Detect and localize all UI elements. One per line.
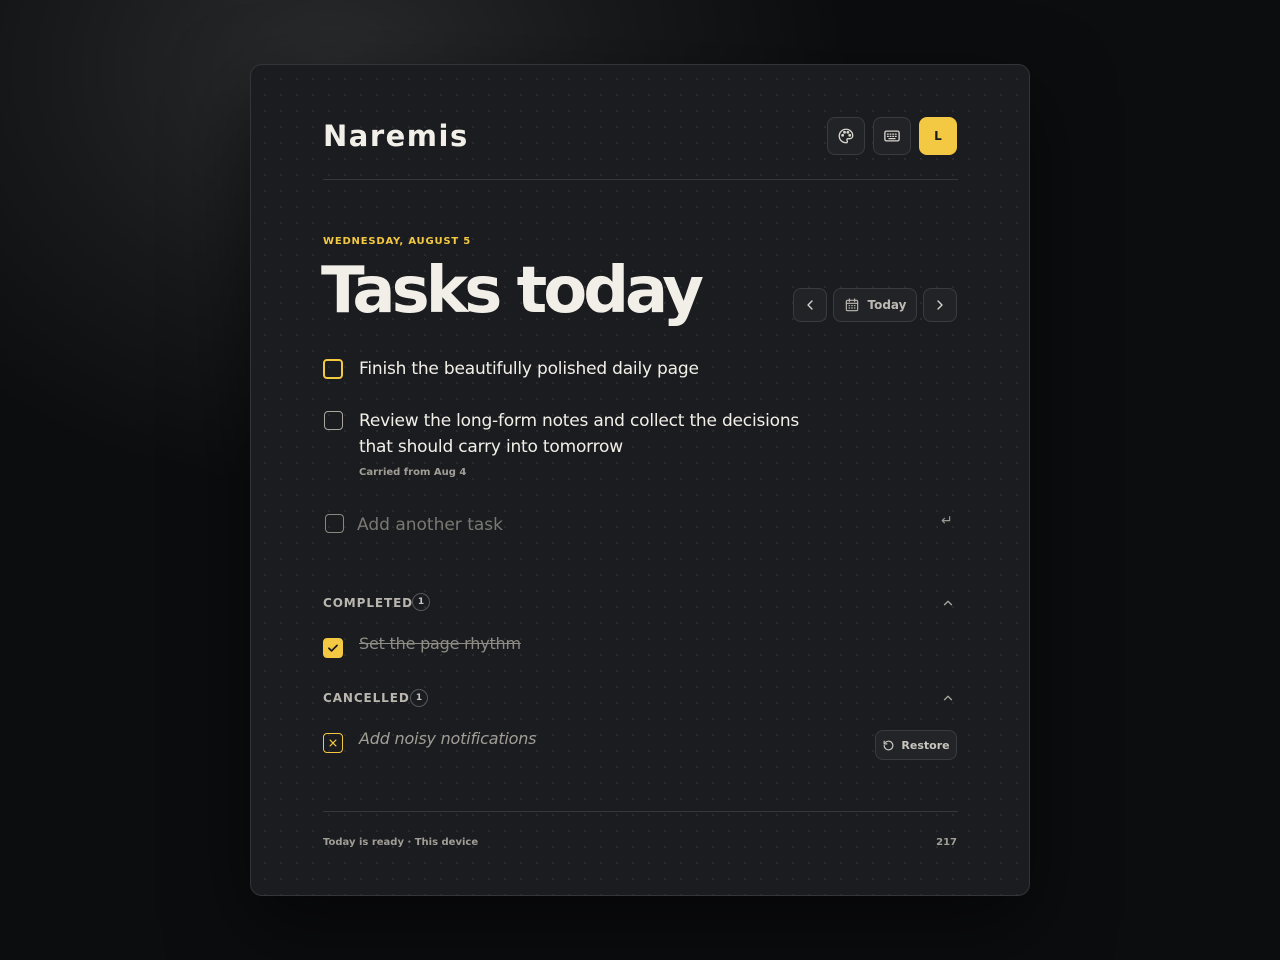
enter-key-hint: ↵: [941, 513, 953, 529]
restore-icon: [883, 740, 894, 750]
checkmark-icon: [328, 644, 338, 652]
header-divider: [323, 179, 958, 180]
app-card: Naremis L WEDNESDAY, AUGUST 5 Tasks toda…: [250, 64, 1030, 896]
chevron-up-icon[interactable]: [941, 691, 955, 705]
calendar-icon: [845, 298, 858, 312]
next-day-button[interactable]: [923, 288, 957, 322]
today-button[interactable]: Today: [833, 288, 917, 322]
chevron-up-icon[interactable]: [941, 596, 955, 610]
palette-icon: [838, 128, 854, 144]
add-task-input[interactable]: [357, 511, 877, 539]
footer-count: 217: [936, 837, 957, 848]
completed-section-label[interactable]: COMPLETED: [323, 596, 413, 610]
completed-task-text[interactable]: Set the page rhythm: [359, 634, 521, 653]
task-text[interactable]: Finish the beautifully polished daily pa…: [359, 356, 699, 382]
current-date: WEDNESDAY, AUGUST 5: [323, 236, 472, 247]
cancelled-count-badge: 1: [410, 689, 428, 707]
task-carried-note: Carried from Aug 4: [359, 467, 467, 478]
keyboard-shortcuts-button[interactable]: [873, 117, 911, 155]
cancelled-task-checkbox[interactable]: [323, 733, 343, 753]
completed-count-badge: 1: [412, 593, 430, 611]
new-task-checkbox: [325, 514, 344, 533]
task-text[interactable]: Review the long-form notes and collect t…: [359, 408, 809, 460]
task-checkbox[interactable]: [323, 359, 343, 379]
cancelled-task-text[interactable]: Add noisy notifications: [359, 729, 537, 748]
completed-task-checkbox[interactable]: [323, 638, 343, 658]
keyboard-icon: [884, 130, 900, 142]
chevron-left-icon: [807, 300, 813, 310]
restore-label: Restore: [901, 738, 950, 752]
chevron-right-icon: [937, 300, 943, 310]
previous-day-button[interactable]: [793, 288, 827, 322]
x-mark-icon: [329, 739, 337, 747]
theme-button[interactable]: [827, 117, 865, 155]
cancelled-section-label[interactable]: CANCELLED: [323, 691, 410, 705]
footer-divider: [323, 811, 958, 812]
user-avatar[interactable]: L: [919, 117, 957, 155]
footer-status: Today is ready · This device: [323, 837, 479, 848]
task-checkbox[interactable]: [324, 411, 343, 430]
page-title: Tasks today: [321, 254, 704, 328]
today-label: Today: [867, 298, 907, 312]
restore-button[interactable]: Restore: [875, 730, 957, 760]
brand-title: Naremis: [323, 119, 469, 153]
